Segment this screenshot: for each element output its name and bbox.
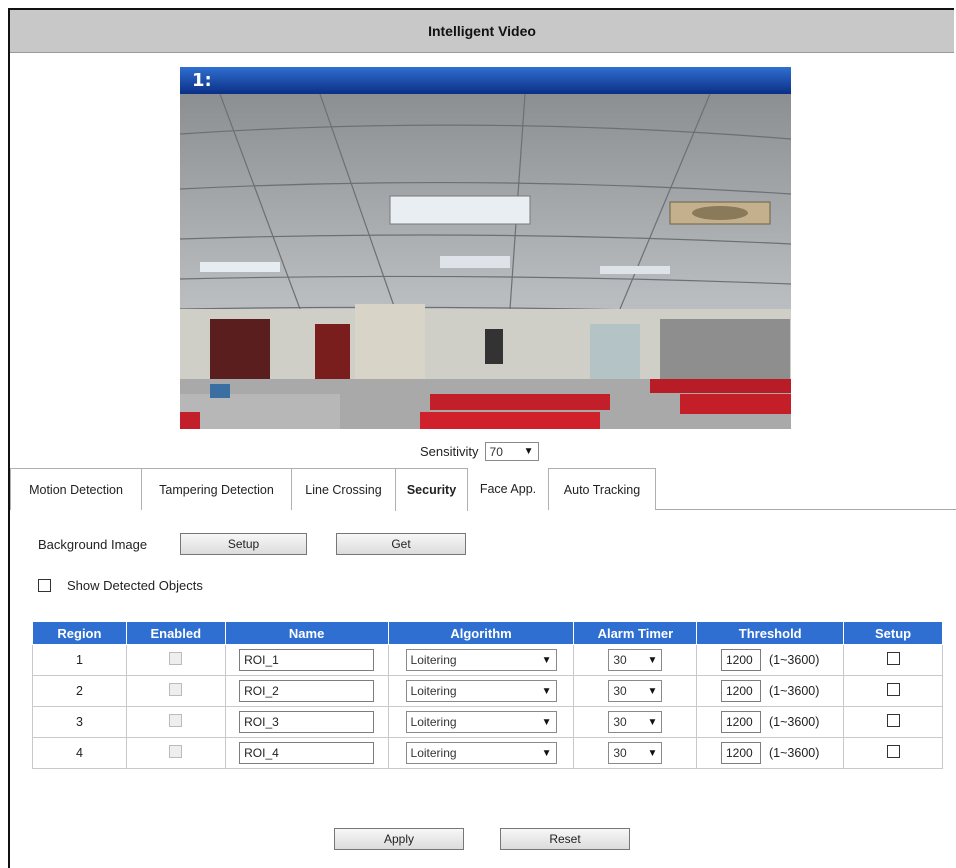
alarm-timer-select[interactable]: 30 ▼ — [608, 711, 663, 733]
video-preview: 1: — [180, 67, 791, 429]
setup-checkbox[interactable] — [886, 745, 900, 758]
camera-feed-image — [180, 94, 791, 429]
col-header-name: Name — [224, 621, 389, 645]
region-number: 2 — [32, 675, 127, 707]
sensitivity-label: Sensitivity — [420, 444, 479, 459]
chevron-down-icon: ▼ — [541, 685, 552, 697]
tab-bar: Motion Detection Tampering Detection Lin… — [10, 468, 956, 511]
algorithm-select[interactable]: Loitering ▼ — [405, 742, 557, 764]
reset-button[interactable]: Reset — [500, 828, 630, 850]
region-name-input[interactable]: ROI_3 — [239, 711, 375, 733]
col-header-enabled: Enabled — [125, 621, 226, 645]
threshold-range: (1~3600) — [769, 715, 820, 729]
threshold-input[interactable]: 1200 — [721, 711, 761, 733]
chevron-down-icon: ▼ — [541, 747, 552, 759]
algorithm-select[interactable]: Loitering ▼ — [405, 680, 557, 702]
alarm-timer-select[interactable]: 30 ▼ — [608, 680, 663, 702]
alarm-timer-select[interactable]: 30 ▼ — [608, 742, 663, 764]
region-number: 1 — [32, 644, 127, 676]
background-image-row: Background Image Setup Get — [38, 533, 466, 555]
col-header-alarm-timer: Alarm Timer — [573, 621, 698, 645]
threshold-range: (1~3600) — [769, 653, 820, 667]
tab-security[interactable]: Security — [395, 468, 468, 511]
alarm-timer-select[interactable]: 30 ▼ — [608, 649, 663, 671]
alarm-timer-value: 30 — [613, 715, 627, 729]
table-row: 4 ROI_4 Loitering ▼ 30 ▼ 1200 (1~3600) — [32, 737, 943, 769]
threshold-input[interactable]: 1200 — [721, 680, 761, 702]
regions-table: Region Enabled Name Algorithm Alarm Time… — [32, 621, 943, 769]
chevron-down-icon: ▼ — [541, 654, 552, 666]
setup-checkbox[interactable] — [886, 683, 900, 696]
threshold-range: (1~3600) — [769, 684, 820, 698]
background-setup-button[interactable]: Setup — [180, 533, 307, 555]
enabled-checkbox[interactable] — [169, 683, 183, 696]
alarm-timer-value: 30 — [613, 684, 627, 698]
tab-motion-detection[interactable]: Motion Detection — [10, 468, 142, 510]
table-row: 2 ROI_2 Loitering ▼ 30 ▼ 1200 (1~3600) — [32, 675, 943, 707]
algorithm-value: Loitering — [410, 653, 457, 667]
sensitivity-value: 70 — [489, 444, 503, 459]
algorithm-value: Loitering — [410, 746, 457, 760]
col-header-threshold: Threshold — [696, 621, 845, 645]
col-header-algorithm: Algorithm — [387, 621, 575, 645]
enabled-checkbox[interactable] — [169, 714, 183, 727]
background-image-label: Background Image — [38, 536, 148, 552]
chevron-down-icon: ▼ — [647, 716, 658, 728]
show-detected-label: Show Detected Objects — [67, 578, 203, 593]
enabled-checkbox[interactable] — [169, 652, 183, 665]
chevron-down-icon: ▼ — [647, 685, 658, 697]
intelligent-video-panel: Intelligent Video 1: Sensitivity 70 ▼ Mo… — [8, 8, 956, 868]
col-header-region: Region — [32, 621, 127, 645]
table-row: 1 ROI_1 Loitering ▼ 30 ▼ 1200 (1~3600) — [32, 644, 943, 676]
sensitivity-select[interactable]: 70 ▼ — [484, 442, 539, 461]
alarm-timer-value: 30 — [613, 746, 627, 760]
enabled-checkbox[interactable] — [169, 745, 183, 758]
table-header-row: Region Enabled Name Algorithm Alarm Time… — [32, 621, 943, 645]
setup-checkbox[interactable] — [886, 652, 900, 665]
setup-checkbox[interactable] — [886, 714, 900, 727]
region-number: 4 — [32, 737, 127, 769]
show-detected-checkbox[interactable] — [38, 579, 51, 592]
background-get-button[interactable]: Get — [336, 533, 466, 555]
region-name-input[interactable]: ROI_4 — [239, 742, 375, 764]
table-row: 3 ROI_3 Loitering ▼ 30 ▼ 1200 (1~3600) — [32, 706, 943, 738]
tab-auto-tracking[interactable]: Auto Tracking — [548, 468, 656, 510]
chevron-down-icon: ▼ — [541, 716, 552, 728]
algorithm-select[interactable]: Loitering ▼ — [405, 711, 557, 733]
threshold-input[interactable]: 1200 — [721, 742, 761, 764]
chevron-down-icon: ▼ — [523, 446, 534, 457]
col-header-setup: Setup — [843, 621, 943, 645]
chevron-down-icon: ▼ — [647, 654, 658, 666]
algorithm-value: Loitering — [410, 715, 457, 729]
page-title: Intelligent Video — [10, 10, 954, 53]
algorithm-select[interactable]: Loitering ▼ — [405, 649, 557, 671]
region-number: 3 — [32, 706, 127, 738]
threshold-input[interactable]: 1200 — [721, 649, 761, 671]
chevron-down-icon: ▼ — [647, 747, 658, 759]
region-name-input[interactable]: ROI_1 — [239, 649, 375, 671]
region-name-input[interactable]: ROI_2 — [239, 680, 375, 702]
alarm-timer-value: 30 — [613, 653, 627, 667]
show-detected-row: Show Detected Objects — [38, 578, 203, 593]
sensitivity-control: Sensitivity 70 ▼ — [420, 442, 539, 461]
apply-button[interactable]: Apply — [334, 828, 464, 850]
tab-line-crossing[interactable]: Line Crossing — [291, 468, 396, 510]
threshold-range: (1~3600) — [769, 746, 820, 760]
tab-tampering-detection[interactable]: Tampering Detection — [141, 468, 292, 510]
algorithm-value: Loitering — [410, 684, 457, 698]
channel-label: 1: — [180, 67, 791, 94]
tab-face-app[interactable]: Face App. — [468, 468, 548, 510]
